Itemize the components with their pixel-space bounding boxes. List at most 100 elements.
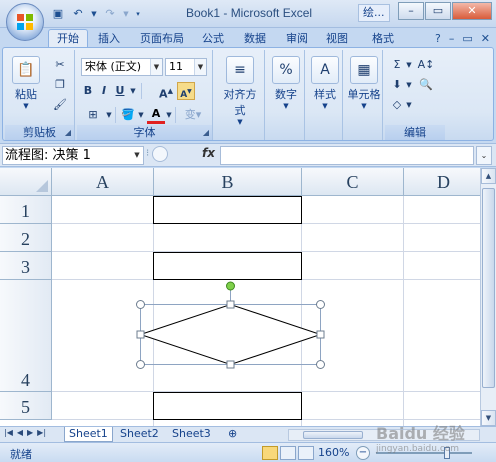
row-header-2[interactable]: 2 [0,224,52,252]
customize-qat-icon[interactable]: ▾ [134,6,142,22]
borders-dropdown-icon[interactable]: ▼ [105,106,113,124]
restore-button[interactable]: ▭ [425,2,451,20]
save-icon[interactable]: ▣ [50,6,66,22]
find-select-icon[interactable]: 🔍 [417,76,435,94]
paste-button[interactable]: 📋 粘贴 ▼ [9,56,43,110]
clear-icon[interactable]: ◇ [389,96,405,114]
office-button[interactable] [6,3,44,41]
page-layout-view-icon[interactable] [280,446,296,460]
fill-color-icon[interactable]: 🪣 [119,106,137,124]
underline-dropdown-icon[interactable]: ▼ [129,82,137,100]
cells-button[interactable]: ▦ 单元格 ▼ [347,56,381,110]
clear-dropdown-icon[interactable]: ▼ [405,96,413,114]
insert-function-button[interactable]: fx [202,146,215,160]
fill-icon[interactable]: ⬇ [389,76,405,94]
styles-button[interactable]: A 样式 ▼ [310,56,340,110]
vertical-scroll-thumb[interactable] [482,188,495,388]
status-ready: 就绪 [10,448,32,461]
redo-dropdown-icon[interactable]: ▼ [122,6,130,22]
expand-formula-bar-icon[interactable]: ⌄ [476,146,492,165]
fill-color-dropdown-icon[interactable]: ▼ [137,106,145,124]
tab-review[interactable]: 审阅 [286,31,308,48]
row-header-1[interactable]: 1 [0,196,52,224]
font-size-dropdown-icon[interactable]: ▼ [194,59,206,75]
tab-page-layout[interactable]: 页面布局 [140,31,184,48]
row-header-4[interactable]: 4 [0,280,52,392]
font-size-combo[interactable]: 11 ▼ [165,58,207,76]
undo-dropdown-icon[interactable]: ▼ [90,6,98,22]
zoom-out-icon[interactable]: − [356,446,370,460]
column-header-b[interactable]: B [154,168,302,196]
font-launcher-icon[interactable]: ◢ [203,128,209,137]
column-header-a[interactable]: A [52,168,154,196]
tab-home[interactable]: 开始 [48,29,88,48]
ribbon-close-icon[interactable]: ✕ [481,32,490,45]
tab-format[interactable]: 格式 [372,31,394,48]
next-sheet-icon[interactable]: ▶ [27,428,33,437]
sort-filter-icon[interactable]: A↕ [417,56,435,74]
redo-icon[interactable]: ↷ [102,6,118,22]
font-group: 宋体 (正文) ▼ 11 ▼ B I U ▼ A▲ A▼ ⊞ ▼ 🪣 ▼ A ▼… [77,50,213,140]
underline-button[interactable]: U [113,82,127,100]
borders-icon[interactable]: ⊞ [81,106,105,124]
decrease-font-icon[interactable]: A▼ [177,82,195,100]
sheet-tab-1[interactable]: Sheet1 [64,427,113,442]
vertical-scrollbar[interactable]: ▲ ▼ [480,168,496,426]
sheet-tab-2[interactable]: Sheet2 [116,427,163,442]
italic-button[interactable]: I [97,82,111,100]
select-all-button[interactable] [0,168,52,196]
formula-input[interactable] [220,146,474,165]
tab-view[interactable]: 视图 [326,31,348,48]
tab-insert[interactable]: 插入 [98,31,120,48]
column-header-d[interactable]: D [404,168,480,196]
scroll-up-icon[interactable]: ▲ [481,168,496,184]
ribbon-minimize-icon[interactable]: – [449,32,455,45]
row-header-5[interactable]: 5 [0,392,52,420]
alignment-button[interactable]: ≡ 对齐方式 ▼ [219,56,261,126]
insert-sheet-icon[interactable]: ⊕ [224,427,241,442]
flowchart-process-box-1[interactable] [153,196,302,224]
scroll-down-icon[interactable]: ▼ [481,410,496,426]
row-header-3[interactable]: 3 [0,252,52,280]
name-box[interactable]: 流程图: 决策 1 ▼ [2,146,144,165]
sheet-tab-3[interactable]: Sheet3 [168,427,215,442]
font-name-combo[interactable]: 宋体 (正文) ▼ [81,58,163,76]
font-color-icon[interactable]: A [147,106,165,124]
help-icon[interactable]: ? [435,32,441,45]
prev-sheet-icon[interactable]: ◀ [17,428,23,437]
close-button[interactable]: ✕ [452,2,492,20]
autosum-dropdown-icon[interactable]: ▼ [405,56,413,74]
page-break-view-icon[interactable] [298,446,314,460]
cells-icon: ▦ [350,56,378,84]
flowchart-process-box-3[interactable] [153,392,302,420]
autosum-icon[interactable]: Σ [389,56,405,74]
first-sheet-icon[interactable]: |◀ [4,428,13,437]
tab-formulas[interactable]: 公式 [202,31,224,48]
zoom-level[interactable]: 160% [318,446,349,459]
name-box-dropdown-icon[interactable]: ▼ [131,147,143,164]
column-header-c[interactable]: C [302,168,404,196]
format-painter-icon[interactable]: 🖌 [51,96,69,114]
clipboard-launcher-icon[interactable]: ◢ [65,128,71,137]
sheet-nav: |◀ ◀ ▶ ▶| [4,428,46,437]
font-color-dropdown-icon[interactable]: ▼ [165,106,173,124]
ribbon-restore-icon[interactable]: ▭ [462,32,472,45]
copy-icon[interactable]: ❐ [51,76,69,94]
increase-font-icon[interactable]: A▲ [157,82,175,101]
minimize-button[interactable]: – [398,2,424,20]
phonetic-icon[interactable]: 变▾ [179,106,207,124]
bold-button[interactable]: B [81,82,95,100]
horizontal-scroll-thumb[interactable] [303,431,363,439]
last-sheet-icon[interactable]: ▶| [37,428,46,437]
font-name-dropdown-icon[interactable]: ▼ [150,59,162,75]
number-button[interactable]: % 数字 ▼ [271,56,301,110]
normal-view-icon[interactable] [262,446,278,460]
tab-data[interactable]: 数据 [244,31,266,48]
cut-icon[interactable]: ✂ [51,56,69,74]
worksheet-grid[interactable]: A B C D 1 2 3 4 5 [0,168,480,426]
undo-icon[interactable]: ↶ [70,6,86,22]
alignment-group: ≡ 对齐方式 ▼ [215,50,265,140]
fill-dropdown-icon[interactable]: ▼ [405,76,413,94]
flowchart-decision-shape[interactable] [130,276,330,372]
editing-group-label: 编辑 [385,125,445,140]
